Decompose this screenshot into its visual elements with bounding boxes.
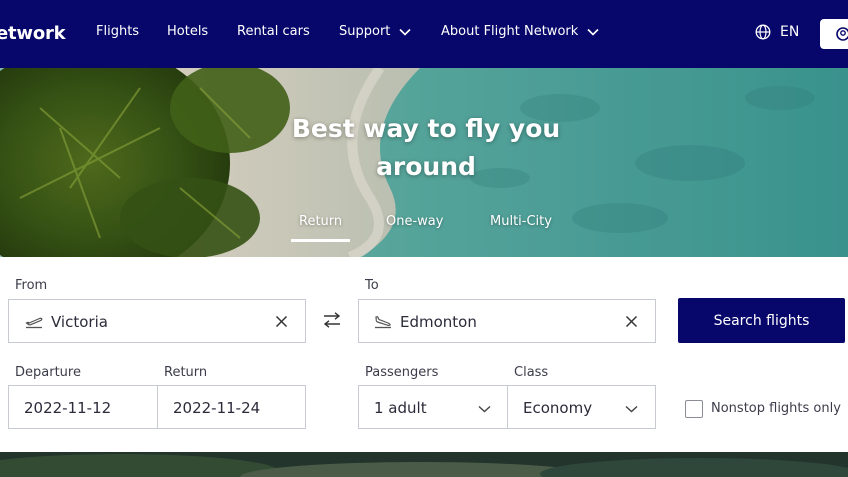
search-flights-button[interactable]: Search flights — [678, 298, 845, 343]
departure-date-value: 2022-11-12 — [24, 399, 112, 417]
user-icon — [836, 27, 848, 41]
from-label: From — [15, 278, 48, 293]
language-selector[interactable]: EN — [755, 24, 799, 40]
plane-landing-icon — [375, 316, 391, 329]
nonstop-checkbox[interactable] — [685, 400, 703, 418]
to-field[interactable]: Edmonton — [358, 299, 656, 343]
passengers-label: Passengers — [365, 365, 439, 380]
nav-item-about[interactable]: About Flight Network — [441, 24, 599, 39]
hero-banner: Best way to fly you around Return One-wa… — [0, 68, 848, 257]
nav-item-label: Support — [339, 24, 391, 39]
hero-title: Best way to fly you around — [244, 110, 608, 186]
chevron-down-icon — [478, 405, 491, 413]
brand-logo-text[interactable]: etwork — [0, 23, 66, 44]
nav-item-label: Flights — [96, 24, 140, 39]
nav-item-hotels[interactable]: Hotels — [167, 24, 208, 39]
background-image — [0, 452, 848, 477]
return-label: Return — [164, 365, 208, 380]
to-value: Edmonton — [400, 313, 477, 331]
flight-search-form: From Victoria To Edmonton Search flights… — [0, 257, 848, 452]
nav-item-label: Hotels — [167, 24, 209, 39]
chevron-down-icon — [399, 28, 411, 36]
hero-title-line: Best way to fly you — [291, 114, 561, 143]
return-date-field[interactable]: 2022-11-24 — [157, 385, 306, 429]
return-date-value: 2022-11-24 — [173, 399, 261, 417]
departure-date-field[interactable]: 2022-11-12 — [8, 385, 158, 429]
class-label: Class — [514, 365, 549, 380]
tab-multi-city[interactable]: Multi-City — [490, 214, 552, 229]
nav-item-label: Rental cars — [237, 24, 310, 39]
nonstop-label[interactable]: Nonstop flights only — [711, 401, 841, 416]
nav-item-label: About Flight Network — [441, 24, 579, 39]
nav-item-rental-cars[interactable]: Rental cars — [237, 24, 310, 39]
language-code: EN — [780, 24, 800, 40]
nav-item-support[interactable]: Support — [339, 24, 411, 39]
account-button[interactable] — [820, 19, 848, 49]
chevron-down-icon — [587, 28, 599, 36]
from-field[interactable]: Victoria — [8, 299, 306, 343]
nav-item-flights[interactable]: Flights — [96, 24, 139, 39]
passengers-value: 1 adult — [374, 399, 427, 417]
tab-one-way[interactable]: One-way — [386, 214, 443, 229]
clear-from-icon[interactable] — [275, 315, 288, 328]
globe-icon — [755, 24, 771, 40]
to-label: To — [365, 278, 379, 293]
hero-title-line: around — [376, 152, 476, 181]
class-value: Economy — [523, 399, 593, 417]
chevron-down-icon — [625, 405, 638, 413]
clear-to-icon[interactable] — [625, 315, 638, 328]
background-image-strip — [0, 452, 848, 477]
plane-takeoff-icon — [25, 317, 43, 329]
class-select[interactable]: Economy — [507, 385, 656, 429]
passengers-select[interactable]: 1 adult — [358, 385, 508, 429]
from-value: Victoria — [51, 313, 108, 331]
tab-return[interactable]: Return — [290, 214, 351, 242]
departure-label: Departure — [15, 365, 81, 380]
swap-icon[interactable] — [323, 312, 341, 328]
top-navigation-bar: etwork Flights Hotels Rental cars Suppor… — [0, 0, 848, 68]
